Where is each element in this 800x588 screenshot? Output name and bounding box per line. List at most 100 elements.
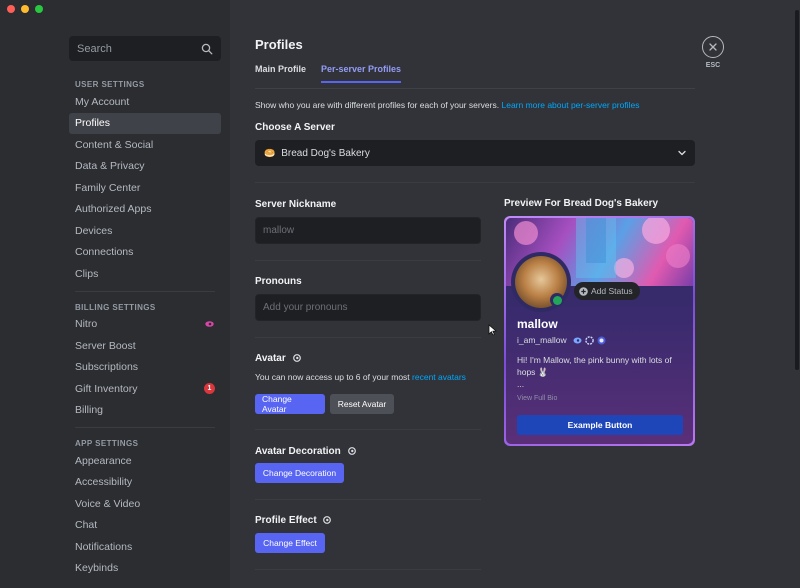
sidebar-item-clips[interactable]: Clips bbox=[69, 263, 221, 285]
chevron-down-icon bbox=[678, 150, 686, 156]
sidebar-item-label: Gift Inventory bbox=[75, 382, 138, 395]
reset-avatar-button[interactable]: Reset Avatar bbox=[330, 394, 394, 414]
description-text: Show who you are with different profiles… bbox=[255, 100, 500, 110]
settings-nav: USER SETTINGS My Account Profiles Conten… bbox=[69, 74, 221, 579]
view-full-bio-link[interactable]: View Full Bio bbox=[517, 395, 557, 402]
avatar-decoration-label: Avatar Decoration bbox=[255, 446, 356, 457]
section-divider bbox=[255, 182, 695, 183]
profile-preview-card: Add Status mallow i_am_mallow Hi! I'm Ma… bbox=[504, 216, 695, 446]
sidebar-item-appearance[interactable]: Appearance bbox=[69, 450, 221, 472]
display-name: mallow bbox=[517, 317, 558, 331]
bio-line: hops 🐰 bbox=[517, 367, 549, 377]
bio-line: Hi! I'm Mallow, the pink bunny with lots… bbox=[517, 355, 672, 365]
sidebar-item-content-social[interactable]: Content & Social bbox=[69, 134, 221, 156]
search-icon bbox=[201, 43, 213, 54]
bio-more: ... bbox=[517, 379, 525, 389]
choose-server-label: Choose A Server bbox=[255, 122, 335, 133]
nitro-icon bbox=[205, 321, 214, 328]
quest-badge-icon[interactable] bbox=[597, 336, 606, 345]
pronouns-placeholder: Add your pronouns bbox=[263, 302, 348, 313]
tabs-divider bbox=[255, 88, 695, 89]
username: i_am_mallow bbox=[517, 335, 567, 345]
esc-label: ESC bbox=[705, 62, 721, 69]
section-divider bbox=[255, 429, 481, 430]
sidebar-item-my-account[interactable]: My Account bbox=[69, 91, 221, 113]
sidebar-item-nitro[interactable]: Nitro bbox=[69, 314, 221, 336]
sidebar-item-profiles[interactable]: Profiles bbox=[69, 112, 221, 134]
nitro-badge-icon[interactable] bbox=[573, 336, 582, 345]
nitro-icon bbox=[347, 447, 356, 456]
profile-preview-body: Add Status mallow i_am_mallow Hi! I'm Ma… bbox=[506, 218, 693, 444]
add-status-button[interactable]: Add Status bbox=[574, 282, 640, 300]
online-status-indicator bbox=[550, 293, 564, 307]
mouse-cursor-icon bbox=[488, 324, 497, 336]
change-effect-button[interactable]: Change Effect bbox=[255, 533, 325, 553]
content-scrollbar[interactable] bbox=[795, 10, 799, 370]
section-divider bbox=[255, 499, 481, 500]
window-controls bbox=[7, 5, 43, 13]
preview-label: Preview For Bread Dog's Bakery bbox=[504, 198, 659, 209]
close-settings-button[interactable] bbox=[702, 36, 724, 58]
sidebar-item-subscriptions[interactable]: Subscriptions bbox=[69, 357, 221, 379]
page-title: Profiles bbox=[255, 37, 303, 52]
settings-sidebar: Search USER SETTINGS My Account Profiles… bbox=[0, 0, 230, 588]
settings-window: Search USER SETTINGS My Account Profiles… bbox=[0, 0, 800, 588]
sidebar-item-gift-inventory[interactable]: Gift Inventory 1 bbox=[69, 378, 221, 400]
sidebar-item-server-boost[interactable]: Server Boost bbox=[69, 335, 221, 357]
example-button[interactable]: Example Button bbox=[517, 415, 683, 435]
sidebar-item-voice-video[interactable]: Voice & Video bbox=[69, 493, 221, 515]
sidebar-item-chat[interactable]: Chat bbox=[69, 515, 221, 537]
recent-avatars-link[interactable]: recent avatars bbox=[412, 372, 466, 382]
sidebar-item-connections[interactable]: Connections bbox=[69, 242, 221, 264]
profile-tabs: Main Profile Per-server Profiles bbox=[255, 64, 402, 83]
section-divider bbox=[255, 337, 481, 338]
sidebar-item-devices[interactable]: Devices bbox=[69, 220, 221, 242]
close-window-button[interactable] bbox=[7, 5, 15, 13]
sidebar-item-data-privacy[interactable]: Data & Privacy bbox=[69, 156, 221, 178]
section-header-app-settings: APP SETTINGS bbox=[75, 439, 139, 448]
sidebar-item-label: Nitro bbox=[75, 318, 98, 331]
pronouns-field[interactable]: Add your pronouns bbox=[255, 294, 481, 321]
sidebar-item-accessibility[interactable]: Accessibility bbox=[69, 472, 221, 494]
username-row: i_am_mallow bbox=[517, 335, 609, 345]
sidebar-item-notifications[interactable]: Notifications bbox=[69, 536, 221, 558]
server-name: Bread Dog's Bakery bbox=[281, 147, 370, 159]
tab-per-server-profiles[interactable]: Per-server Profiles bbox=[321, 64, 402, 83]
plus-circle-icon bbox=[579, 286, 588, 296]
avatar-description: You can now access up to 6 of your most … bbox=[255, 372, 466, 382]
profile-effect-label: Profile Effect bbox=[255, 515, 332, 526]
profile-bio: Hi! I'm Mallow, the pink bunny with lots… bbox=[517, 354, 689, 390]
boost-badge-icon[interactable] bbox=[584, 335, 594, 345]
change-decoration-button[interactable]: Change Decoration bbox=[255, 463, 344, 483]
nickname-label: Server Nickname bbox=[255, 199, 337, 210]
sidebar-item-billing[interactable]: Billing bbox=[69, 400, 221, 422]
esc-control: ESC bbox=[702, 36, 724, 69]
nitro-icon bbox=[292, 354, 301, 363]
nickname-placeholder: mallow bbox=[263, 225, 295, 236]
learn-more-link[interactable]: Learn more about per-server profiles bbox=[501, 100, 639, 110]
tab-main-profile[interactable]: Main Profile bbox=[255, 64, 306, 83]
notification-badge: 1 bbox=[204, 383, 215, 395]
settings-content: Profiles Main Profile Per-server Profile… bbox=[230, 0, 800, 588]
minimize-window-button[interactable] bbox=[21, 5, 29, 13]
avatar-label: Avatar bbox=[255, 353, 301, 364]
close-icon bbox=[709, 43, 717, 51]
profile-effect-label-text: Profile Effect bbox=[255, 515, 317, 526]
search-placeholder: Search bbox=[77, 42, 112, 55]
nickname-field[interactable]: mallow bbox=[255, 217, 481, 244]
sidebar-divider bbox=[75, 427, 215, 428]
search-input[interactable]: Search bbox=[69, 36, 221, 61]
avatar-label-text: Avatar bbox=[255, 353, 286, 364]
add-status-label: Add Status bbox=[591, 286, 633, 296]
section-header-billing-settings: BILLING SETTINGS bbox=[75, 302, 156, 312]
section-divider bbox=[255, 569, 481, 570]
sidebar-item-authorized-apps[interactable]: Authorized Apps bbox=[69, 199, 221, 221]
avatar-description-text: You can now access up to 6 of your most bbox=[255, 372, 410, 382]
zoom-window-button[interactable] bbox=[35, 5, 43, 13]
sidebar-item-keybinds[interactable]: Keybinds bbox=[69, 558, 221, 580]
server-icon: 🥯 bbox=[264, 147, 276, 158]
sidebar-item-family-center[interactable]: Family Center bbox=[69, 177, 221, 199]
pronouns-label: Pronouns bbox=[255, 276, 302, 287]
server-select[interactable]: 🥯 Bread Dog's Bakery bbox=[255, 140, 695, 166]
change-avatar-button[interactable]: Change Avatar bbox=[255, 394, 325, 414]
